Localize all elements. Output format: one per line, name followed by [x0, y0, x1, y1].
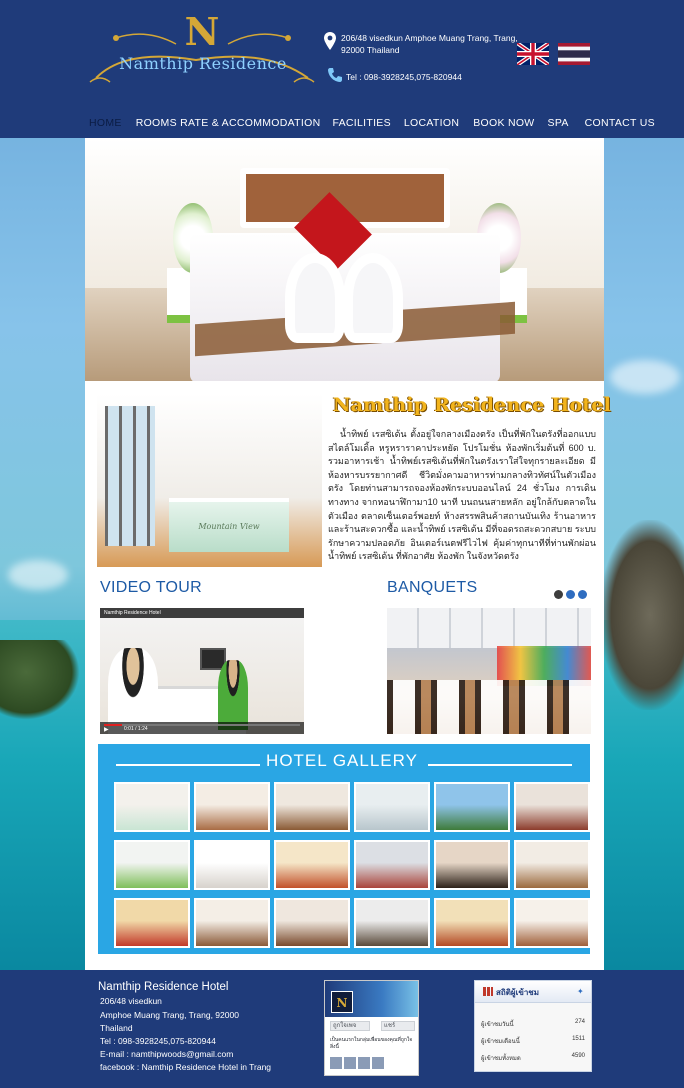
gallery-bedroom-3[interactable]: [514, 840, 590, 890]
nav-facilities[interactable]: FACILITIES: [332, 115, 390, 131]
gallery-food-platter[interactable]: [274, 840, 350, 890]
facebook-share-button[interactable]: แชร์: [381, 1021, 415, 1031]
stats-row: ผู้เข้าชมทั้งหมด 4590: [481, 1053, 585, 1063]
stats-label: ผู้เข้าชมเดือนนี้: [481, 1039, 520, 1045]
friend-avatar: [358, 1057, 370, 1069]
main-nav: HOME ROOMS RATE & ACCOMMODATION FACILITI…: [89, 115, 655, 131]
facebook-like-button[interactable]: ถูกใจเพจ: [330, 1021, 370, 1031]
nav-spa[interactable]: SPA: [548, 115, 569, 131]
video-player[interactable]: Namthip Residence Hotel ▶ 0:01 / 1:24: [100, 608, 304, 734]
gallery-banquet-hall[interactable]: [354, 840, 430, 890]
cloud: [610, 360, 680, 394]
gallery-bedroom-2[interactable]: [274, 782, 350, 832]
logo-letter: N: [184, 9, 220, 54]
gallery-towel-swans[interactable]: [194, 840, 270, 890]
facebook-friend-faces: [330, 1057, 384, 1069]
header-address: 206/48 visedkun Amphoe Muang Trang, Tran…: [341, 33, 518, 55]
video-controls[interactable]: ▶ 0:01 / 1:24: [100, 722, 304, 734]
footer-facebook[interactable]: facebook : Namthip Residence Hotel in Tr…: [100, 1062, 271, 1072]
gallery-lobby-counter[interactable]: [114, 782, 190, 832]
gallery-title: HOTEL GALLERY: [266, 751, 418, 770]
site-logo[interactable]: N Namthip Residence: [86, 8, 318, 90]
footer-email[interactable]: E-mail : namthipwoods@gmail.com: [100, 1049, 233, 1059]
gallery-reception[interactable]: [114, 840, 190, 890]
friend-avatar: [330, 1057, 342, 1069]
gallery-restaurant[interactable]: [514, 782, 590, 832]
slider-dot[interactable]: [578, 590, 587, 599]
nav-book-now[interactable]: BOOK NOW: [473, 115, 534, 131]
slider-dot[interactable]: [566, 590, 575, 599]
banquets-heading: BANQUETS: [387, 579, 478, 596]
video-title-bar: Namthip Residence Hotel: [100, 608, 304, 618]
play-icon[interactable]: ▶: [104, 726, 109, 733]
facebook-share-label: แชร์: [384, 1023, 396, 1029]
gallery-bedroom-6[interactable]: [514, 898, 590, 948]
about-title: Namthip Residence Hotel: [333, 394, 612, 416]
video-scene-staff: [218, 660, 248, 730]
phone-icon: [328, 68, 342, 82]
hero-towel-swan: [285, 253, 345, 343]
stats-value: 1511: [572, 1036, 585, 1042]
gallery-dish-noodles[interactable]: [434, 898, 510, 948]
lobby-counter-label: Mountain View: [198, 522, 260, 531]
visitor-stats: สถิติผู้เข้าชม ✦ ผู้เข้าชมวันนี้ 274 ผู้…: [474, 980, 592, 1072]
logo-text: Namthip Residence: [119, 54, 287, 73]
hero-towel-swan: [343, 253, 403, 343]
banquet-image: [387, 608, 591, 734]
stats-row: ผู้เข้าชมวันนี้ 274: [481, 1019, 585, 1029]
about-text: น้ำทิพย์ เรสซิเด้น ตั้งอยู่ใจกลางเมืองตร…: [328, 429, 596, 562]
gallery-aerial-view[interactable]: [434, 782, 510, 832]
bar-chart-icon: [483, 987, 493, 996]
thai-flag-icon[interactable]: [558, 43, 590, 65]
stats-value: 274: [574, 1019, 585, 1025]
nav-rooms-rate[interactable]: ROOMS RATE & ACCOMMODATION: [136, 115, 321, 131]
location-pin-icon: [324, 32, 336, 50]
banquet-tables: [387, 680, 591, 734]
lobby-window: [105, 406, 155, 546]
hero-image: [85, 138, 604, 381]
stats-label: ผู้เข้าชมทั้งหมด: [481, 1056, 521, 1062]
facebook-like-label: ถูกใจเพจ: [333, 1023, 357, 1029]
nav-location[interactable]: LOCATION: [404, 115, 459, 131]
banquet-slider-dots: [554, 590, 587, 599]
footer-hotel-name: Namthip Residence Hotel: [98, 981, 229, 993]
gallery-sofa-room[interactable]: [354, 898, 430, 948]
english-flag-icon[interactable]: [517, 43, 549, 65]
video-tour-heading: VIDEO TOUR: [100, 579, 202, 596]
header-phone: Tel : 098-3928245,075-820944: [346, 72, 462, 82]
footer-address-line: 206/48 visedkun: [100, 996, 162, 1006]
nav-contact-us[interactable]: CONTACT US: [585, 115, 655, 131]
banquet-ceiling: [387, 608, 591, 648]
gallery-bedroom-5[interactable]: [274, 898, 350, 948]
visitor-stats-title: สถิติผู้เข้าชม: [496, 988, 540, 997]
facebook-widget-text: เป็นคนแรกในกลุ่มเพื่อนของคุณที่ถูกใจสิ่ง…: [330, 1037, 413, 1050]
gallery-dining-room[interactable]: [434, 840, 510, 890]
footer-address-line: Amphoe Muang Trang, Trang, 92000: [100, 1010, 239, 1020]
gallery-bedroom-4[interactable]: [194, 898, 270, 948]
gallery-hallway[interactable]: [354, 782, 430, 832]
pin-icon: ✦: [577, 987, 584, 996]
cloud: [8, 560, 68, 590]
footer-phone: Tel : 098-3928245,075-820944: [100, 1036, 216, 1046]
stats-label: ผู้เข้าชมวันนี้: [481, 1022, 514, 1028]
friend-avatar: [372, 1057, 384, 1069]
facebook-page-logo: N: [331, 991, 353, 1013]
background-island: [0, 640, 80, 720]
visitor-stats-header: สถิติผู้เข้าชม ✦: [475, 981, 591, 1003]
lobby-image: Mountain View: [97, 394, 322, 567]
stats-value: 4590: [571, 1053, 585, 1059]
background-rock: [600, 520, 684, 710]
footer-address-line: Thailand: [100, 1023, 133, 1033]
gallery-bedroom-1[interactable]: [194, 782, 270, 832]
facebook-page-widget[interactable]: N ถูกใจเพจ แชร์ เป็นคนแรกในกลุ่มเพื่อนขอ…: [324, 980, 419, 1076]
video-time: 0:01 / 1:24: [124, 726, 148, 732]
slider-dot[interactable]: [554, 590, 563, 599]
stats-row: ผู้เข้าชมเดือนนี้ 1511: [481, 1036, 585, 1046]
friend-avatar: [344, 1057, 356, 1069]
video-title: Namthip Residence Hotel: [104, 610, 161, 616]
gallery-dish-salad[interactable]: [114, 898, 190, 948]
nav-home[interactable]: HOME: [89, 115, 122, 131]
